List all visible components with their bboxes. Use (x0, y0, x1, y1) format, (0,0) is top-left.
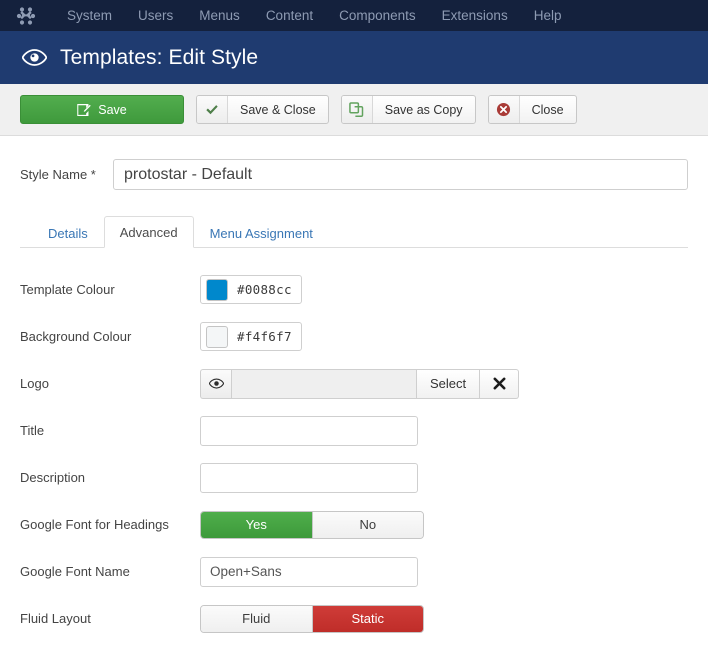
description-control (200, 462, 418, 493)
field-row-title: Title (20, 407, 688, 454)
google-font-name-label: Google Font Name (20, 564, 130, 579)
style-name-row: Style Name * (20, 136, 688, 194)
background-colour-value: #f4f6f7 (237, 329, 292, 344)
style-name-input[interactable] (113, 159, 688, 190)
google-font-headings-control: Yes No (200, 510, 424, 539)
logo-path-input[interactable] (231, 368, 417, 399)
background-colour-control[interactable]: #f4f6f7 (200, 322, 302, 351)
title-control (200, 415, 418, 446)
toolbar: Save Save & Close Save as Copy Close (0, 84, 708, 136)
logo-media-field: Select (200, 368, 520, 399)
x-icon (493, 377, 506, 390)
logo-preview-eye-icon[interactable] (200, 368, 231, 399)
logo-clear-button[interactable] (480, 368, 520, 399)
fluid-layout-option-static[interactable]: Static (312, 605, 423, 632)
save-as-copy-button-label: Save as Copy (384, 102, 463, 117)
google-font-headings-option-no[interactable]: No (312, 511, 423, 538)
field-row-background-colour: Background Colour #f4f6f7 (20, 313, 688, 360)
tab-details[interactable]: Details (32, 217, 104, 248)
google-font-name-control (200, 556, 418, 587)
logo-label: Logo (20, 376, 49, 391)
save-button-label: Save (98, 102, 127, 117)
topnav-item-system[interactable]: System (54, 0, 125, 31)
logo-select-button[interactable]: Select (417, 368, 481, 399)
close-button[interactable]: Close (487, 95, 577, 124)
topnav-item-content[interactable]: Content (253, 0, 326, 31)
page-title: Templates: Edit Style (60, 45, 259, 69)
field-row-google-font-headings: Google Font for Headings Yes No (20, 501, 688, 548)
eye-icon (22, 49, 47, 66)
logo-control: Select (200, 368, 520, 399)
edit-style-form: Style Name * Details Advanced Menu Assig… (0, 136, 708, 642)
title-input[interactable] (200, 415, 418, 446)
check-icon (197, 96, 228, 123)
template-colour-control[interactable]: #0088cc (200, 275, 302, 304)
google-font-headings-label: Google Font for Headings (20, 517, 169, 532)
fluid-layout-label: Fluid Layout (20, 611, 91, 626)
description-input[interactable] (200, 462, 418, 493)
advanced-fields-panel: Template Colour #0088cc Background Colou… (20, 248, 688, 642)
template-colour-swatch[interactable] (206, 278, 228, 301)
tab-advanced[interactable]: Advanced (103, 216, 194, 248)
tab-bar: Details Advanced Menu Assignment (20, 216, 688, 248)
field-row-description: Description (20, 454, 688, 501)
field-row-fluid-layout: Fluid Layout Fluid Static (20, 595, 688, 642)
save-button[interactable]: Save (20, 95, 184, 124)
style-name-label: Style Name * (20, 167, 96, 182)
copy-icon (341, 96, 373, 123)
template-colour-label: Template Colour (20, 282, 115, 297)
save-and-close-button[interactable]: Save & Close (196, 95, 329, 124)
tab-menu-assignment[interactable]: Menu Assignment (194, 217, 329, 248)
background-colour-field[interactable]: #f4f6f7 (200, 322, 302, 351)
edit-square-icon (77, 103, 91, 116)
save-as-copy-button[interactable]: Save as Copy (340, 95, 476, 124)
topnav-item-menus[interactable]: Menus (186, 0, 253, 31)
template-colour-field[interactable]: #0088cc (200, 275, 302, 304)
save-and-close-button-label: Save & Close (240, 102, 316, 117)
field-row-template-colour: Template Colour #0088cc (20, 266, 688, 313)
google-font-headings-option-yes[interactable]: Yes (201, 511, 313, 538)
background-colour-swatch[interactable] (206, 325, 228, 348)
background-colour-label: Background Colour (20, 329, 132, 344)
joomla-logo-icon[interactable] (16, 6, 36, 26)
template-colour-value: #0088cc (237, 282, 292, 297)
field-row-logo: Logo Select (20, 360, 688, 407)
description-label: Description (20, 470, 86, 485)
topnav-item-users[interactable]: Users (125, 0, 186, 31)
fluid-layout-option-fluid[interactable]: Fluid (201, 605, 313, 632)
page-header: Templates: Edit Style (0, 31, 708, 84)
topnav-item-components[interactable]: Components (326, 0, 429, 31)
close-button-label: Close (531, 102, 564, 117)
fluid-layout-toggle: Fluid Static (200, 604, 424, 633)
circle-x-icon (488, 96, 520, 123)
topnav-item-extensions[interactable]: Extensions (429, 0, 521, 31)
topnav-item-help[interactable]: Help (521, 0, 575, 31)
google-font-name-input[interactable] (200, 556, 418, 587)
field-row-google-font-name: Google Font Name (20, 548, 688, 595)
google-font-headings-toggle: Yes No (200, 510, 424, 539)
title-label: Title (20, 423, 45, 438)
fluid-layout-control: Fluid Static (200, 604, 424, 633)
top-navigation-bar: System Users Menus Content Components Ex… (0, 0, 708, 31)
